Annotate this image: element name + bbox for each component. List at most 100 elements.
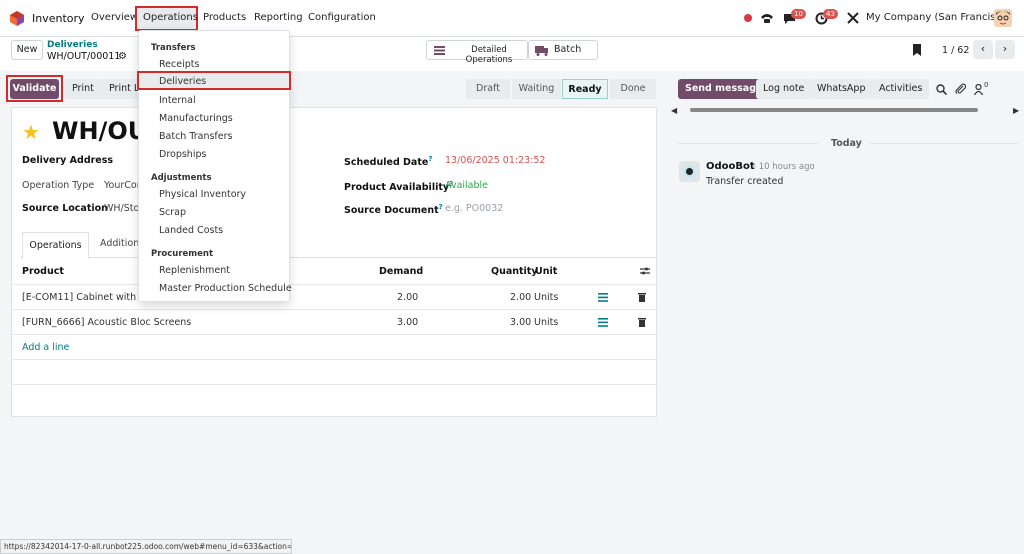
batch-label: Batch [554, 44, 582, 55]
row-unit: Units [534, 317, 559, 328]
menu-item-manufacturings[interactable]: Manufacturings [159, 113, 233, 124]
menu-item-scrap[interactable]: Scrap [159, 207, 186, 218]
add-line-link[interactable]: Add a line [22, 342, 69, 353]
row-product[interactable]: [FURN_6666] Acoustic Bloc Screens [22, 317, 191, 328]
detailed-operations-button[interactable]: Detailed Operations [426, 40, 528, 65]
column-demand[interactable]: Demand [379, 266, 423, 277]
star-icon[interactable]: ★ [22, 120, 40, 144]
message-body: Transfer created [706, 176, 784, 187]
truck-icon [535, 46, 548, 56]
divider [678, 143, 818, 144]
scroll-right-arrow-icon[interactable]: ▶ [1013, 106, 1019, 115]
nav-products[interactable]: Products [203, 12, 246, 23]
menu-item-deliveries[interactable]: Deliveries [159, 76, 206, 87]
detailed-operations-label: Detailed Operations [465, 45, 513, 65]
menu-section-transfers: Transfers [151, 43, 196, 53]
print-button[interactable]: Print [63, 79, 103, 99]
trash-icon[interactable] [638, 317, 646, 327]
row-demand: 2.00 [397, 292, 419, 303]
row-quantity[interactable]: 2.00 [510, 292, 531, 303]
scheduled-date-label: Scheduled Date? [344, 155, 433, 169]
table-row-empty [11, 384, 657, 409]
menu-item-batch-transfers[interactable]: Batch Transfers [159, 131, 232, 142]
status-done[interactable]: Done [610, 79, 656, 99]
new-button[interactable]: New [11, 40, 43, 60]
menu-item-replenishment[interactable]: Replenishment [159, 265, 230, 276]
phone-icon[interactable] [760, 12, 774, 24]
row-unit: Units [534, 292, 559, 303]
validate-button[interactable]: Validate [10, 79, 59, 99]
table-row-empty [11, 359, 657, 384]
bookmark-icon[interactable] [912, 44, 922, 56]
optional-columns-icon[interactable] [640, 266, 650, 276]
menu-section-adjustments: Adjustments [151, 173, 212, 183]
message-time: - 10 hours ago [753, 162, 815, 172]
tab-operations[interactable]: Operations [22, 232, 89, 259]
help-mark: ? [428, 155, 433, 163]
product-availability-label: Product Availability? [344, 180, 454, 194]
pager-value[interactable]: 1 / 62 [942, 45, 969, 56]
nav-operations[interactable]: Operations [143, 12, 198, 23]
chatter-scrollbar[interactable] [690, 108, 978, 112]
source-location-label: Source Location [22, 203, 108, 214]
menu-item-landed-costs[interactable]: Landed Costs [159, 225, 223, 236]
status-draft[interactable]: Draft [466, 79, 510, 99]
delivery-address-label: Delivery Address [22, 155, 114, 166]
batch-button[interactable]: Batch [528, 40, 598, 60]
status-waiting[interactable]: Waiting [512, 79, 561, 99]
inventory-app-icon[interactable] [10, 11, 24, 26]
followers-count: 0 [984, 81, 989, 89]
nav-reporting[interactable]: Reporting [254, 12, 303, 23]
nav-overview[interactable]: Overview [91, 12, 138, 23]
menu-item-internal[interactable]: Internal [159, 95, 196, 106]
menu-item-dropships[interactable]: Dropships [159, 149, 206, 160]
menu-section-procurement: Procurement [151, 249, 214, 259]
table-row-empty [11, 334, 657, 359]
user-avatar[interactable] [994, 9, 1012, 27]
record-name: WH/OUT/00011 [47, 51, 121, 62]
details-list-icon[interactable] [598, 293, 608, 302]
pager-previous-button[interactable]: ‹ [973, 40, 993, 59]
column-quantity[interactable]: Quantity [491, 266, 538, 277]
divider [870, 143, 1018, 144]
column-unit[interactable]: Unit [535, 266, 557, 277]
scroll-left-arrow-icon[interactable]: ◀ [671, 106, 677, 115]
menu-item-master-production-schedule[interactable]: Master Production Schedule [159, 283, 292, 294]
company-switcher[interactable]: My Company (San Francisco) [866, 12, 1011, 23]
search-icon[interactable] [936, 84, 947, 95]
followers-icon[interactable] [974, 84, 983, 95]
table-row[interactable]: [E-COM11] Cabinet with Doo 2.00 2.00 Uni… [11, 284, 657, 309]
app-name[interactable]: Inventory [32, 12, 85, 25]
source-document-label: Source Document? [344, 203, 443, 217]
details-list-icon[interactable] [598, 318, 608, 327]
menu-item-receipts[interactable]: Receipts [159, 59, 199, 70]
source-document-input[interactable]: e.g. PO0032 [445, 203, 503, 214]
today-separator: Today [831, 138, 862, 149]
whatsapp-button[interactable]: WhatsApp [810, 79, 873, 99]
table-row[interactable]: [FURN_6666] Acoustic Bloc Screens 3.00 3… [11, 309, 657, 334]
gear-icon[interactable]: ⚙ [118, 51, 127, 62]
menu-item-physical-inventory[interactable]: Physical Inventory [159, 189, 246, 200]
pager-next-button[interactable]: › [995, 40, 1015, 59]
tools-icon[interactable] [847, 12, 859, 24]
message-author[interactable]: OdooBot [706, 161, 755, 172]
product-availability-value: Available [445, 180, 489, 191]
nav-configuration[interactable]: Configuration [308, 12, 376, 23]
help-mark: ? [438, 203, 443, 211]
status-ready[interactable]: Ready [562, 79, 608, 99]
activities-button[interactable]: Activities [872, 79, 930, 99]
operation-type-label: Operation Type [22, 180, 95, 191]
row-quantity[interactable]: 3.00 [510, 317, 531, 328]
list-icon [434, 46, 445, 55]
status-dot-icon[interactable] [744, 14, 752, 22]
breadcrumb-deliveries[interactable]: Deliveries [47, 40, 98, 50]
scheduled-date-field[interactable]: 13/06/2025 01:23:52 [445, 155, 545, 166]
odoobot-face-icon [684, 166, 695, 177]
messages-badge: 10 [791, 9, 806, 19]
paperclip-icon[interactable] [955, 83, 966, 95]
log-note-button[interactable]: Log note [756, 79, 812, 99]
row-demand: 3.00 [397, 317, 419, 328]
activities-badge: 43 [823, 9, 838, 19]
column-product[interactable]: Product [22, 266, 64, 277]
trash-icon[interactable] [638, 292, 646, 302]
